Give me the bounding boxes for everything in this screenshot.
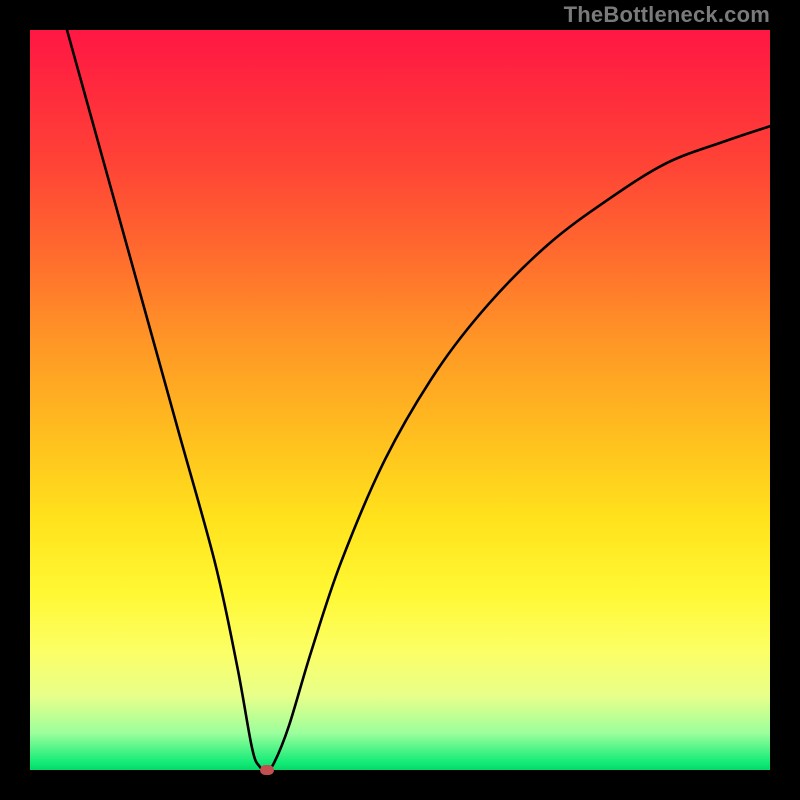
optimal-point-marker — [260, 765, 274, 775]
chart-frame: TheBottleneck.com — [0, 0, 800, 800]
bottleneck-curve — [30, 30, 770, 770]
watermark-text: TheBottleneck.com — [564, 2, 770, 28]
